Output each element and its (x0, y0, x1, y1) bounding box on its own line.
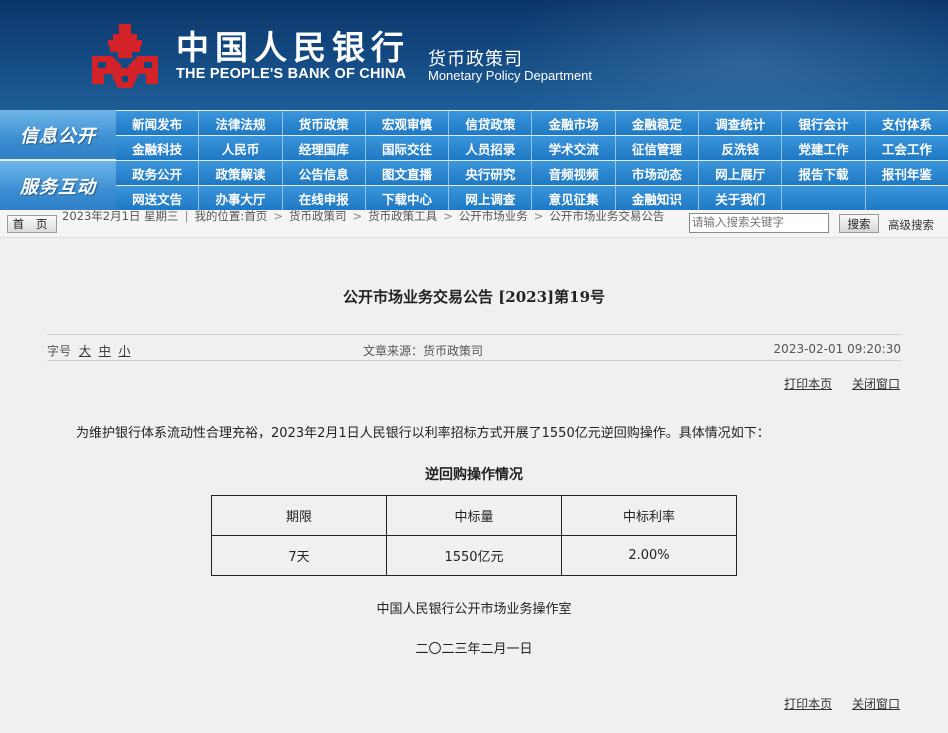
search-input[interactable] (689, 213, 829, 233)
close-window-link[interactable]: 关闭窗口 (852, 377, 900, 391)
font-size-label: 字号 (47, 344, 72, 358)
nav-item[interactable]: 反洗钱 (699, 136, 783, 160)
nav-item[interactable]: 信贷政策 (449, 111, 533, 135)
nav-item[interactable]: 图文直播 (366, 161, 450, 185)
nav-item[interactable]: 人员招录 (449, 136, 533, 160)
main-nav: 信息公开 服务互动 新闻发布 法律法规 货币政策 宏观审慎 信贷政策 金融市场 … (0, 110, 948, 210)
nav-item[interactable]: 关于我们 (699, 186, 783, 210)
article-title: 公开市场业务交易公告 [2023]第19号 (342, 288, 606, 306)
breadcrumb-bar: 首 页 2023年2月1日 星期三 | 我的位置:首页 > 货币政策司 > 货币政策工具 > 公… (0, 210, 948, 238)
nav-item[interactable]: 报告下载 (782, 161, 866, 185)
brand-name-en: THE PEOPLE'S BANK OF CHINA (176, 66, 407, 82)
department-name-en: Monetary Policy Department (428, 68, 593, 83)
table-cell: 1550亿元 (386, 535, 562, 576)
article-paragraph: 为维护银行体系流动性合理充裕，2023年2月1日人民银行以利率招标方式开展了15… (76, 426, 770, 441)
breadcrumb-link-omo[interactable]: 公开市场业务 (459, 209, 528, 223)
font-size-large-link[interactable]: 大 (79, 344, 91, 358)
current-date: 2023年2月1日 星期三 (62, 209, 179, 223)
location-label: 我的位置: (194, 209, 245, 223)
nav-item[interactable]: 政务公开 (116, 161, 200, 185)
nav-item[interactable]: 党建工作 (782, 136, 866, 160)
nav-group-info-disclosure: 信息公开 (0, 110, 116, 159)
nav-row-4: 网送文告 办事大厅 在线申报 下载中心 网上调查 意见征集 金融知识 关于我们 (116, 186, 948, 210)
table-header-cell: 期限 (211, 495, 387, 536)
table-row: 7天 1550亿元 2.00% (211, 535, 737, 576)
nav-item[interactable]: 意见征集 (532, 186, 616, 210)
font-size-medium-link[interactable]: 中 (99, 344, 111, 358)
breadcrumb-link-home[interactable]: 首页 (244, 209, 267, 223)
brand-name-cn: 中国人民银行 (176, 28, 410, 67)
table-cell: 2.00% (561, 535, 737, 576)
site-header: 中国人民银行 THE PEOPLE'S BANK OF CHINA 货币政策司 … (0, 0, 948, 110)
breadcrumb: 2023年2月1日 星期三 | 我的位置:首页 > 货币政策司 > 货币政策工具 > 公开市场业… (62, 209, 665, 223)
nav-item[interactable]: 征信管理 (616, 136, 700, 160)
nav-item[interactable]: 银行会计 (782, 111, 866, 135)
nav-row-3: 政务公开 政策解读 公告信息 图文直播 央行研究 音频视频 市场动态 网上展厅 … (116, 161, 948, 185)
article-datetime: 2023-02-01 09:20:30 (773, 342, 901, 356)
breadcrumb-link-tools[interactable]: 货币政策工具 (368, 209, 437, 223)
font-size-small-link[interactable]: 小 (119, 344, 131, 358)
table-header-cell: 中标利率 (561, 495, 737, 536)
print-page-link[interactable]: 打印本页 (784, 697, 832, 711)
pboc-logo-icon[interactable] (88, 22, 162, 90)
article-tools-bottom: 打印本页 关闭窗口 (768, 695, 900, 712)
nav-item[interactable]: 市场动态 (616, 161, 700, 185)
nav-item[interactable]: 网送文告 (116, 186, 200, 210)
search-button[interactable]: 搜索 (839, 214, 879, 233)
advanced-search-link[interactable]: 高级搜索 (888, 217, 934, 233)
nav-item[interactable]: 金融市场 (532, 111, 616, 135)
nav-item[interactable]: 法律法规 (199, 111, 283, 135)
nav-item[interactable]: 工会工作 (866, 136, 948, 160)
nav-item[interactable]: 金融科技 (116, 136, 200, 160)
table-title: 逆回购操作情况 (425, 467, 523, 483)
nav-item[interactable]: 央行研究 (449, 161, 533, 185)
nav-item[interactable]: 货币政策 (283, 111, 366, 135)
nav-item[interactable]: 在线申报 (283, 186, 366, 210)
nav-item[interactable]: 学术交流 (532, 136, 616, 160)
nav-row-2: 金融科技 人民币 经理国库 国际交往 人员招录 学术交流 征信管理 反洗钱 党建… (116, 136, 948, 160)
nav-item[interactable]: 支付体系 (866, 111, 948, 135)
table-cell: 7天 (211, 535, 387, 576)
nav-item[interactable]: 金融知识 (616, 186, 700, 210)
nav-item[interactable]: 金融稳定 (616, 111, 700, 135)
article-tools-top: 打印本页 关闭窗口 (768, 375, 900, 392)
nav-item-empty (782, 186, 866, 210)
nav-item[interactable]: 网上调查 (449, 186, 533, 210)
nav-item[interactable]: 经理国库 (283, 136, 366, 160)
reverse-repo-table: 期限 中标量 中标利率 7天 1550亿元 2.00% (211, 495, 737, 576)
font-size-controls: 字号 大 中 小 (47, 342, 131, 359)
nav-item[interactable]: 新闻发布 (116, 111, 200, 135)
nav-item[interactable]: 报刊年鉴 (866, 161, 948, 185)
nav-item[interactable]: 音频视频 (532, 161, 616, 185)
nav-item[interactable]: 宏观审慎 (366, 111, 450, 135)
nav-item[interactable]: 调查统计 (699, 111, 783, 135)
article-meta-bar: 字号 大 中 小 文章来源：货币政策司 2023-02-01 09:20:30 (47, 334, 901, 361)
print-page-link[interactable]: 打印本页 (784, 377, 832, 391)
nav-item[interactable]: 网上展厅 (699, 161, 783, 185)
nav-group-service-interaction: 服务互动 (0, 161, 116, 210)
nav-item[interactable]: 办事大厅 (199, 186, 283, 210)
nav-row-1: 新闻发布 法律法规 货币政策 宏观审慎 信贷政策 金融市场 金融稳定 调查统计 … (116, 111, 948, 135)
table-header-cell: 中标量 (386, 495, 562, 536)
home-button[interactable]: 首 页 (7, 215, 57, 233)
nav-item[interactable]: 公告信息 (283, 161, 366, 185)
signature-org: 中国人民银行公开市场业务操作室 (376, 602, 572, 617)
close-window-link[interactable]: 关闭窗口 (852, 697, 900, 711)
article-source: 文章来源：货币政策司 (363, 344, 484, 358)
nav-item[interactable]: 下载中心 (366, 186, 450, 210)
breadcrumb-link-announcement[interactable]: 公开市场业务交易公告 (549, 209, 664, 223)
nav-item-empty (866, 186, 948, 210)
signature-date: 二〇二三年二月一日 (415, 642, 533, 657)
nav-item[interactable]: 国际交往 (366, 136, 450, 160)
breadcrumb-link-department[interactable]: 货币政策司 (289, 209, 347, 223)
nav-item[interactable]: 人民币 (199, 136, 283, 160)
table-header-row: 期限 中标量 中标利率 (211, 495, 737, 536)
nav-item[interactable]: 政策解读 (199, 161, 283, 185)
